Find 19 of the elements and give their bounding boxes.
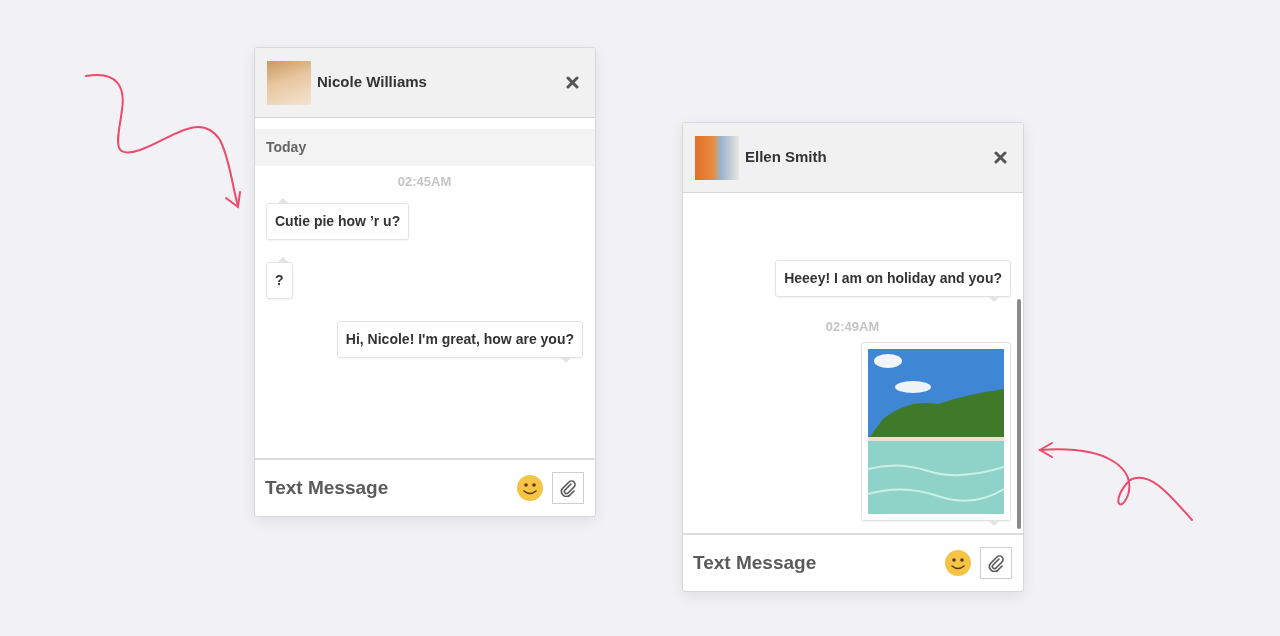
scrollbar[interactable] xyxy=(1017,299,1021,529)
contact-name: Nicole Williams xyxy=(317,72,427,93)
timestamp: 02:45AM xyxy=(397,173,452,191)
bubble-tail xyxy=(277,256,289,263)
smiley-icon[interactable] xyxy=(944,549,972,577)
close-icon xyxy=(994,151,1007,164)
timestamp: 02:49AM xyxy=(825,317,880,336)
paperclip-icon xyxy=(987,554,1005,572)
bubble-tail xyxy=(277,197,289,204)
paperclip-icon xyxy=(559,479,577,497)
attach-button[interactable] xyxy=(980,547,1012,579)
contact-name: Ellen Smith xyxy=(745,147,827,168)
close-icon xyxy=(566,76,579,89)
photo-placeholder xyxy=(695,135,739,180)
bubble-tail xyxy=(988,295,1000,302)
bubble-tail xyxy=(560,356,572,363)
smiley-icon[interactable] xyxy=(516,474,544,502)
photo-placeholder xyxy=(267,60,311,105)
attach-button[interactable] xyxy=(552,472,584,504)
